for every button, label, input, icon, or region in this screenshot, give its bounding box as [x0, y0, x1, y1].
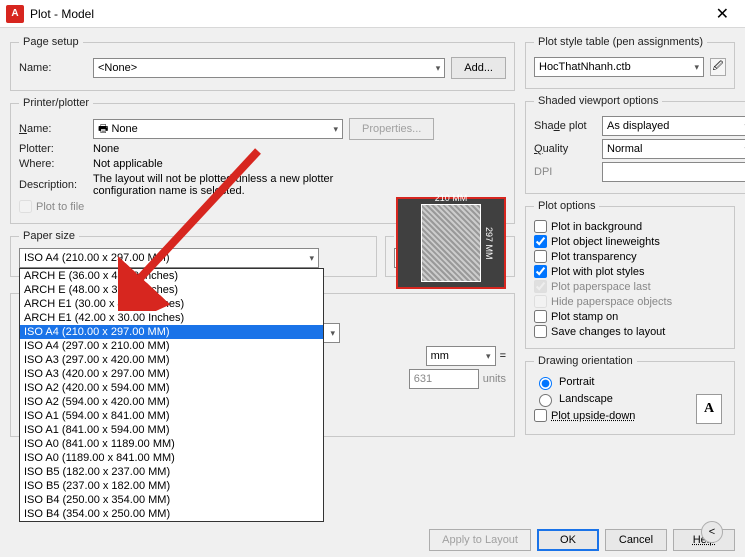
window-title: Plot - Model: [30, 7, 94, 21]
add-button[interactable]: Add...: [451, 57, 506, 79]
printer-name-label: Name:: [19, 123, 87, 135]
plot-options-group: Plot options Plot in background Plot obj…: [525, 200, 735, 349]
paper-size-option[interactable]: ISO A2 (420.00 x 594.00 MM): [20, 381, 323, 395]
paper-size-option[interactable]: ISO B4 (250.00 x 354.00 MM): [20, 493, 323, 507]
shaded-legend: Shaded viewport options: [534, 95, 662, 107]
paper-size-option[interactable]: ISO A1 (594.00 x 841.00 MM): [20, 409, 323, 423]
equals-label: =: [500, 350, 506, 362]
plot-transparency-checkbox[interactable]: Plot transparency: [534, 250, 726, 263]
app-logo-icon: A: [6, 5, 24, 23]
save-changes-checkbox[interactable]: Save changes to layout: [534, 325, 726, 338]
paper-size-option[interactable]: ISO A0 (1189.00 x 841.00 MM): [20, 451, 323, 465]
hide-paperspace-checkbox: Hide paperspace objects: [534, 295, 726, 308]
paper-size-option[interactable]: ISO A3 (420.00 x 297.00 MM): [20, 367, 323, 381]
paper-size-select[interactable]: ISO A4 (210.00 x 297.00 MM)▾: [19, 248, 319, 268]
preview-width: 210 MM: [422, 193, 480, 203]
collapse-button[interactable]: <: [701, 521, 723, 543]
plotter-label: Plotter:: [19, 143, 87, 155]
paper-size-option[interactable]: ISO B5 (237.00 x 182.00 MM): [20, 479, 323, 493]
printer-legend: Printer/plotter: [19, 97, 93, 109]
shaded-viewport-group: Shaded viewport options Shade plot As dis…: [525, 95, 745, 194]
paper-size-option[interactable]: ISO A4 (297.00 x 210.00 MM): [20, 339, 323, 353]
paper-size-option[interactable]: ARCH E (36.00 x 48.00 Inches): [20, 269, 323, 283]
printer-name-select[interactable]: 🖶 None▾: [93, 119, 343, 139]
desc-value: The layout will not be plotted unless a …: [93, 173, 363, 197]
desc-label: Description:: [19, 179, 87, 191]
quality-select[interactable]: Normal▾: [602, 139, 745, 159]
shade-plot-label: Shade plot: [534, 120, 596, 132]
plot-options-legend: Plot options: [534, 200, 599, 212]
paper-size-option[interactable]: ARCH E (48.00 x 36.00 Inches): [20, 283, 323, 297]
where-label: Where:: [19, 158, 87, 170]
paper-size-option[interactable]: ISO B4 (354.00 x 250.00 MM): [20, 507, 323, 521]
paperspace-last-checkbox: Plot paperspace last: [534, 280, 726, 293]
edit-style-icon[interactable]: 🖉: [710, 58, 726, 76]
paper-size-option[interactable]: ARCH E1 (42.00 x 30.00 Inches): [20, 311, 323, 325]
plot-style-select[interactable]: HocThatNhanh.ctb▾: [534, 57, 704, 77]
pagesetup-name-select[interactable]: <None>▾: [93, 58, 445, 78]
preview-height: 297 MM: [484, 205, 494, 281]
orientation-icon: A: [696, 394, 722, 424]
page-setup-legend: Page setup: [19, 36, 83, 48]
plot-styles-checkbox[interactable]: Plot with plot styles: [534, 265, 726, 278]
paper-size-option[interactable]: ISO A0 (841.00 x 1189.00 MM): [20, 437, 323, 451]
paper-size-group: Paper size ISO A4 (210.00 x 297.00 MM)▾ …: [10, 230, 377, 277]
units-label: units: [483, 373, 506, 385]
plot-stamp-checkbox[interactable]: Plot stamp on: [534, 310, 726, 323]
paper-size-option[interactable]: ISO B5 (182.00 x 237.00 MM): [20, 465, 323, 479]
plot-style-legend: Plot style table (pen assignments): [534, 36, 707, 48]
plot-style-table-group: Plot style table (pen assignments) HocTh…: [525, 36, 735, 89]
paper-size-option[interactable]: ARCH E1 (30.00 x 42.00 Inches): [20, 297, 323, 311]
pagesetup-name-label: Name:: [19, 62, 87, 74]
plotter-value: None: [93, 143, 119, 155]
printer-group: Printer/plotter Name: 🖶 None▾ Properties…: [10, 97, 515, 224]
orientation-legend: Drawing orientation: [534, 355, 637, 367]
close-button[interactable]: ✕: [706, 2, 739, 26]
portrait-radio[interactable]: Portrait: [534, 374, 726, 390]
pagesetup-name-value: <None>: [98, 62, 137, 74]
orientation-group: Drawing orientation Portrait Landscape P…: [525, 355, 735, 435]
paper-size-option[interactable]: ISO A4 (210.00 x 297.00 MM): [20, 325, 323, 339]
dpi-label: DPI: [534, 166, 596, 178]
paper-size-option[interactable]: ISO A3 (297.00 x 420.00 MM): [20, 353, 323, 367]
paper-preview: 210 MM 297 MM: [396, 197, 506, 289]
paper-size-legend: Paper size: [19, 230, 79, 242]
scale-units-select[interactable]: mm▾: [426, 346, 496, 366]
properties-button: Properties...: [349, 118, 434, 140]
paper-size-option[interactable]: ISO A2 (594.00 x 420.00 MM): [20, 395, 323, 409]
titlebar: A Plot - Model ✕: [0, 0, 745, 28]
apply-layout-button: Apply to Layout: [429, 529, 531, 551]
paper-size-dropdown[interactable]: ARCH E (36.00 x 48.00 Inches)ARCH E (48.…: [19, 268, 324, 522]
paper-size-value: ISO A4 (210.00 x 297.00 MM): [24, 252, 170, 264]
shade-plot-select[interactable]: As displayed▾: [602, 116, 745, 136]
dialog-button-bar: Apply to Layout OK Cancel Help <: [10, 529, 735, 551]
quality-label: Quality: [534, 143, 596, 155]
cancel-button[interactable]: Cancel: [605, 529, 667, 551]
scale-unit-input: [409, 369, 479, 389]
where-value: Not applicable: [93, 158, 163, 170]
ok-button[interactable]: OK: [537, 529, 599, 551]
plot-lineweights-checkbox[interactable]: Plot object lineweights: [534, 235, 726, 248]
page-setup-group: Page setup Name: <None>▾ Add...: [10, 36, 515, 91]
paper-size-option[interactable]: ISO A1 (841.00 x 594.00 MM): [20, 423, 323, 437]
plot-background-checkbox[interactable]: Plot in background: [534, 220, 726, 233]
dpi-input: [602, 162, 745, 182]
